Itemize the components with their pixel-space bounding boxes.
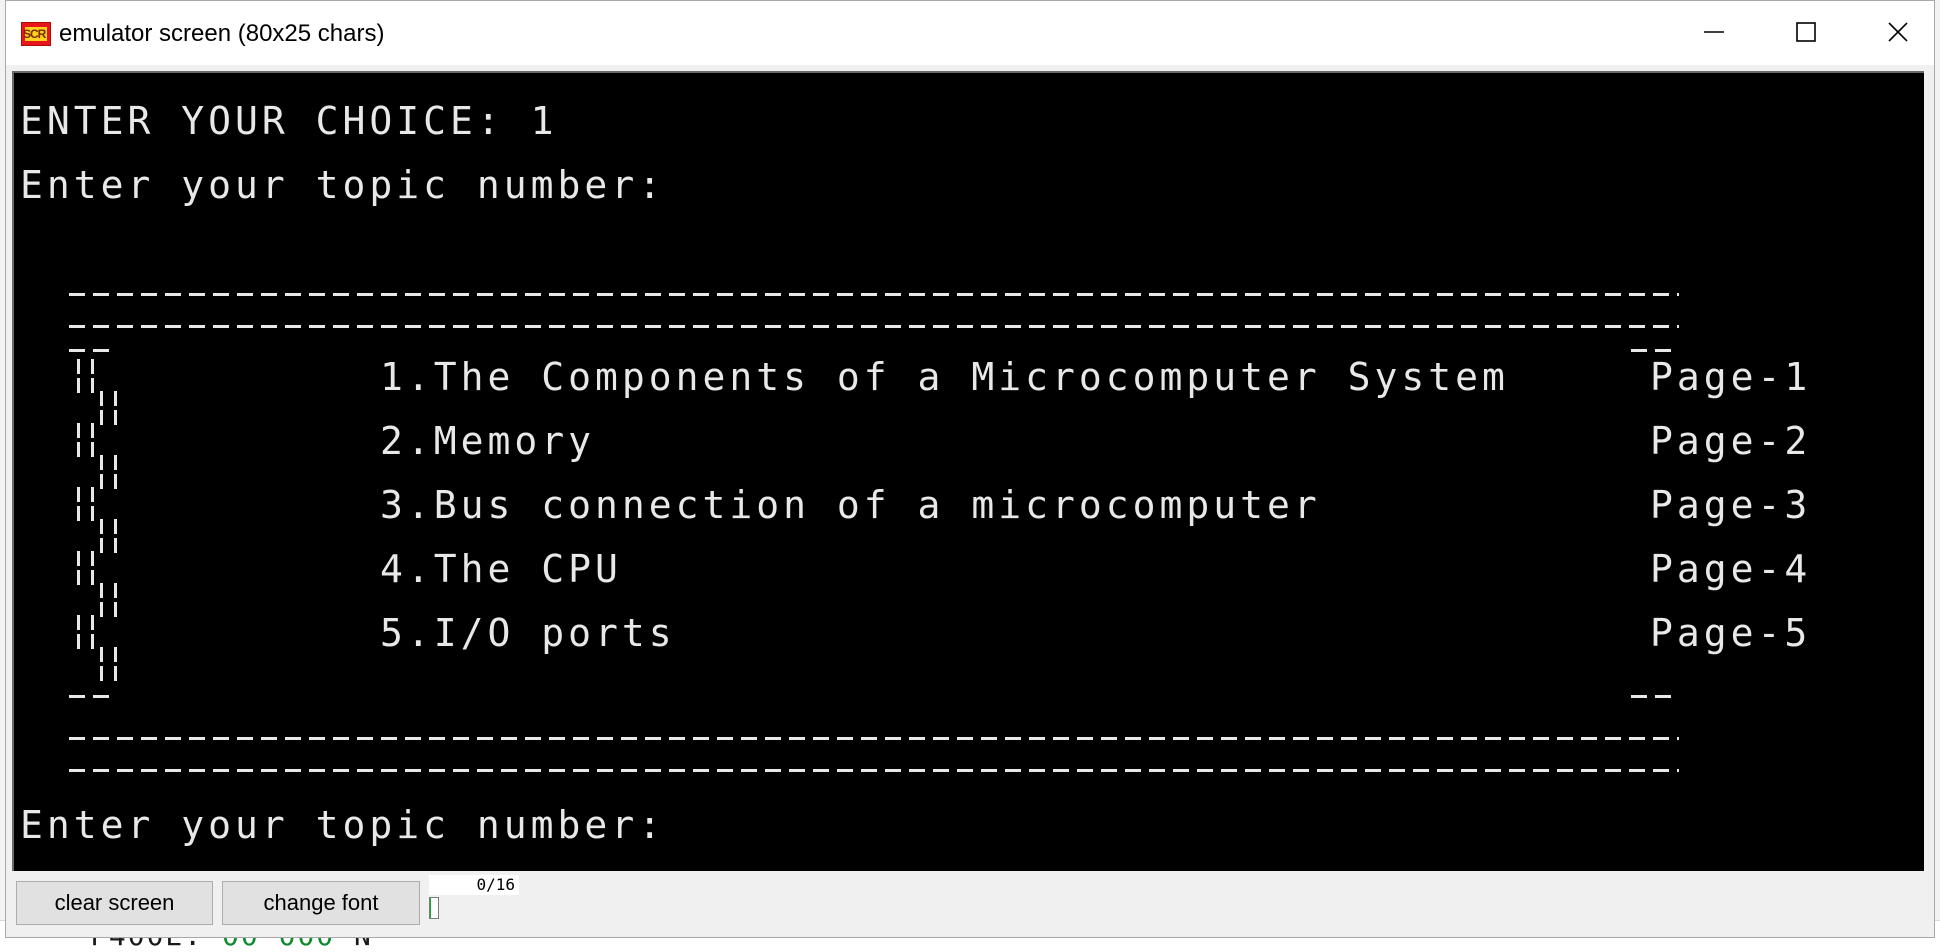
maximize-button[interactable]	[1760, 1, 1852, 65]
close-button[interactable]	[1852, 1, 1936, 65]
close-icon	[1887, 21, 1909, 43]
maximize-icon	[1795, 21, 1817, 43]
emu8086-app-icon[interactable]	[21, 22, 51, 46]
menu-item-label: 3.Bus connection of a microcomputer	[380, 483, 1321, 527]
menu-item-page: Page-5	[1650, 611, 1811, 655]
title-bar[interactable]: emulator screen (80x25 chars)	[6, 1, 1934, 65]
emulator-terminal-screen[interactable]: ENTER YOUR CHOICE: 1 Enter your topic nu…	[12, 71, 1924, 871]
change-font-button[interactable]: change font	[222, 881, 420, 925]
menu-side-bars	[100, 647, 120, 681]
buffer-progress-bar	[429, 897, 439, 919]
menu-side-bars	[77, 551, 97, 585]
menu-item-page: Page-3	[1650, 483, 1811, 527]
menu-side-bars	[77, 359, 97, 393]
menu-border-bottom-1	[69, 737, 1679, 740]
minimize-icon	[1703, 21, 1725, 43]
menu-border-top-1	[69, 293, 1679, 296]
menu-side-bars	[77, 487, 97, 521]
menu-item-page: Page-1	[1650, 355, 1811, 399]
choice-prompt-line: ENTER YOUR CHOICE: 1	[20, 99, 558, 143]
menu-item-page: Page-4	[1650, 547, 1811, 591]
menu-border-bottom-2	[69, 769, 1679, 772]
buffer-counter: 0/16	[429, 875, 519, 895]
menu-side-bars	[77, 423, 97, 457]
menu-side-bars	[100, 455, 120, 489]
menu-item-page: Page-2	[1650, 419, 1811, 463]
menu-side-bars	[100, 583, 120, 617]
window-title: emulator screen (80x25 chars)	[59, 19, 384, 49]
menu-corner-bottom-left	[69, 695, 109, 698]
clear-screen-button[interactable]: clear screen	[16, 881, 213, 925]
topic-prompt-line-bottom: Enter your topic number:	[20, 803, 665, 847]
menu-corner-bottom-right	[1631, 695, 1671, 698]
menu-item-label: 1.The Components of a Microcomputer Syst…	[380, 355, 1509, 399]
menu-side-bars	[77, 615, 97, 649]
menu-item-label: 5.I/O ports	[380, 611, 676, 655]
menu-item-label: 2.Memory	[380, 419, 595, 463]
menu-corner-top-left	[69, 349, 109, 352]
topic-prompt-line-top: Enter your topic number:	[20, 163, 665, 207]
menu-item-label: 4.The CPU	[380, 547, 622, 591]
minimize-button[interactable]	[1668, 1, 1760, 65]
menu-side-bars	[100, 391, 120, 425]
emulator-screen-window: emulator screen (80x25 chars) ENTER YOUR…	[5, 0, 1935, 938]
menu-side-bars	[100, 519, 120, 553]
menu-corner-top-right	[1631, 349, 1671, 352]
menu-border-top-2	[69, 325, 1679, 328]
